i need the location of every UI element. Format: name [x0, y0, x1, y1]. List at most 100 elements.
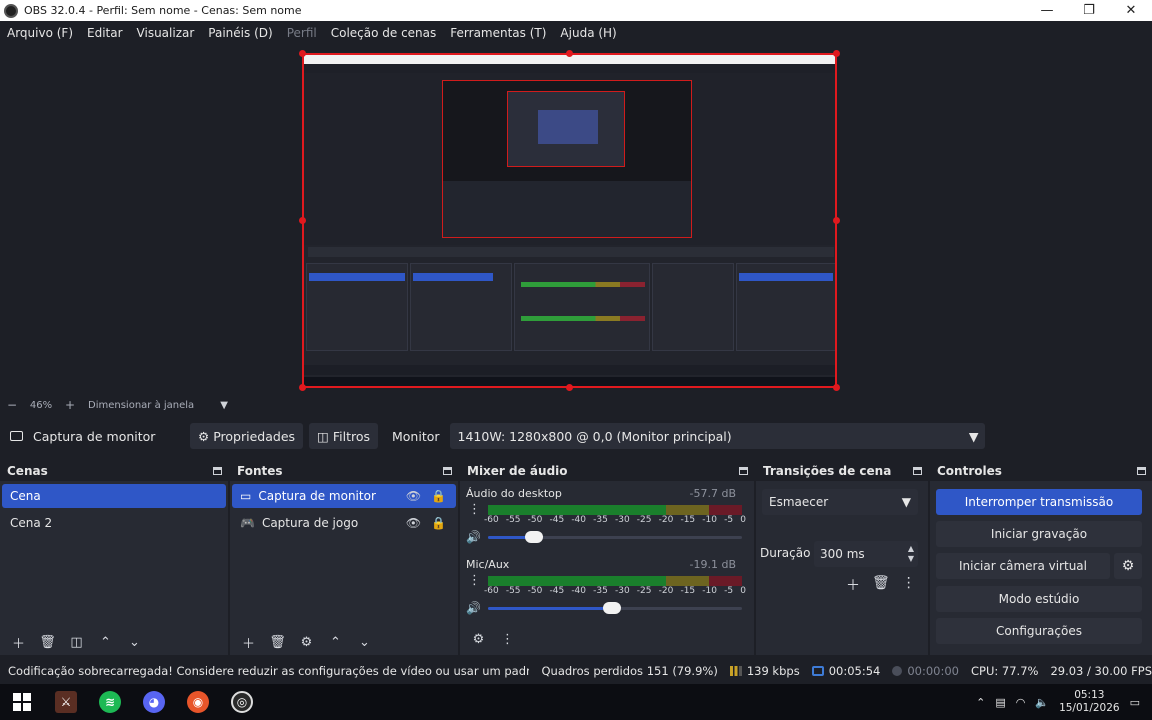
taskbar-app[interactable]: ◎	[220, 684, 264, 720]
menu-profile[interactable]: Perfil	[280, 26, 324, 40]
taskbar-app[interactable]: ≋	[88, 684, 132, 720]
volume-icon[interactable]: 🔈	[1035, 696, 1049, 709]
mixer-channel: Áudio do desktop -57.7 dB ⋮ -60 -55 -50 …	[464, 487, 746, 553]
notification-icon[interactable]: ▭	[1130, 696, 1140, 709]
arrow-up-icon[interactable]: ⌃	[321, 635, 350, 650]
speaker-icon[interactable]: 🔊	[466, 530, 482, 544]
arrow-down-icon[interactable]: ⌄	[350, 635, 379, 650]
duration-spinbox[interactable]: 300 ms ▲ ▼	[814, 541, 918, 567]
channel-header: Áudio do desktop -57.7 dB	[464, 487, 744, 500]
volume-slider[interactable]	[488, 602, 742, 614]
menu-file[interactable]: Arquivo (F)	[0, 26, 80, 40]
filters-button[interactable]: ◫ Filtros	[309, 423, 378, 449]
menu-docks[interactable]: Painéis (D)	[201, 26, 279, 40]
trash-icon[interactable]: 🗑	[263, 635, 292, 650]
source-item-label: Captura de jogo	[261, 516, 359, 530]
volume-slider-knob[interactable]	[603, 602, 622, 614]
eye-icon[interactable]: 👁	[406, 489, 421, 503]
taskbar-app[interactable]: ⚔	[44, 684, 88, 720]
arrow-up-icon[interactable]: ⌃	[91, 635, 120, 650]
resize-handle-tl[interactable]	[299, 50, 306, 57]
resize-handle-r[interactable]	[833, 217, 840, 224]
kebab-menu-icon[interactable]: ⋮	[902, 575, 916, 595]
resize-handle-b[interactable]	[566, 384, 573, 391]
menu-scene-collection[interactable]: Coleção de cenas	[324, 26, 444, 40]
speaker-icon[interactable]: 🔊	[466, 601, 482, 615]
resize-handle-bl[interactable]	[299, 384, 306, 391]
program-preview[interactable]	[302, 53, 837, 388]
kebab-menu-icon[interactable]: ⋮	[493, 632, 522, 647]
add-icon[interactable]: ＋	[4, 633, 33, 652]
maximize-button[interactable]: ❐	[1068, 0, 1110, 21]
studio-mode-button[interactable]: Modo estúdio	[936, 586, 1142, 612]
start-recording-button[interactable]: Iniciar gravação	[936, 521, 1142, 547]
gear-icon: ⚙	[198, 428, 210, 444]
kebab-menu-icon[interactable]: ⋮	[468, 574, 481, 587]
meter-tick: -25	[636, 515, 652, 525]
add-icon[interactable]: ＋	[846, 575, 860, 595]
settings-button[interactable]: Configurações	[936, 618, 1142, 644]
source-item[interactable]: 🎮 Captura de jogo 👁 🔒	[232, 511, 456, 535]
nested-source-selected	[413, 273, 493, 281]
spin-arrows-icon[interactable]: ▲ ▼	[908, 544, 914, 564]
sources-dock-header: Fontes	[230, 461, 458, 481]
monitor-select[interactable]: 1410W: 1280x800 @ 0,0 (Monitor principal…	[449, 423, 985, 449]
zoom-in-button[interactable]: +	[58, 398, 82, 412]
duration-value: 300 ms	[820, 547, 865, 561]
volume-slider-knob[interactable]	[524, 531, 543, 543]
filter-icon[interactable]: ◫	[62, 635, 91, 650]
fps-status: 29.03 / 30.00 FPS	[1050, 664, 1152, 678]
nested-controls-panel	[736, 263, 835, 351]
eye-icon[interactable]: 👁	[406, 516, 421, 530]
trash-icon[interactable]: 🗑	[872, 575, 890, 595]
undock-icon[interactable]	[913, 467, 922, 475]
audio-mixer-dock: Mixer de áudio Áudio do desktop -57.7 dB…	[460, 461, 754, 655]
filters-label: Filtros	[332, 428, 370, 444]
menu-help[interactable]: Ajuda (H)	[553, 26, 623, 40]
virtual-camera-settings-gear-icon[interactable]: ⚙	[1114, 553, 1142, 579]
taskbar-clock[interactable]: 05:13 15/01/2026	[1059, 689, 1120, 715]
gear-icon[interactable]: ⚙	[292, 635, 321, 650]
start-virtual-camera-button[interactable]: Iniciar câmera virtual	[936, 553, 1110, 579]
scene-item[interactable]: Cena 2	[2, 511, 226, 535]
zoom-out-button[interactable]: −	[0, 398, 24, 412]
close-button[interactable]: ✕	[1110, 0, 1152, 21]
menu-view[interactable]: Visualizar	[130, 26, 202, 40]
stop-streaming-button[interactable]: Interromper transmissão	[936, 489, 1142, 515]
source-item[interactable]: ▭ Captura de monitor 👁 🔒	[232, 484, 456, 508]
menu-tools[interactable]: Ferramentas (T)	[443, 26, 553, 40]
resize-handle-br[interactable]	[833, 384, 840, 391]
advanced-audio-gear-icon[interactable]: ⚙	[464, 632, 493, 647]
menu-edit[interactable]: Editar	[80, 26, 130, 40]
arrow-down-icon[interactable]: ⌄	[120, 635, 149, 650]
meter-scale: -60 -55 -50 -45 -40 -35 -30 -25 -20 -15 …	[484, 586, 746, 596]
resize-handle-tr[interactable]	[833, 50, 840, 57]
scale-mode-dropdown-icon[interactable]: ▼	[220, 400, 228, 411]
properties-button[interactable]: ⚙ Propriedades	[190, 423, 304, 449]
chevron-up-icon[interactable]: ⌃	[976, 696, 985, 709]
taskbar-app[interactable]: ◉	[176, 684, 220, 720]
scale-mode-label[interactable]: Dimensionar à janela	[82, 400, 194, 411]
meter-tick: -60	[484, 586, 499, 596]
undock-icon[interactable]	[739, 467, 748, 475]
volume-slider[interactable]	[488, 531, 742, 543]
resize-handle-t[interactable]	[566, 50, 573, 57]
scene-item[interactable]: Cena	[2, 484, 226, 508]
transition-select[interactable]: Esmaecer ▼	[762, 489, 918, 515]
undock-icon[interactable]	[1137, 467, 1146, 475]
meter-tick: -55	[505, 586, 521, 596]
undock-icon[interactable]	[443, 467, 452, 475]
taskbar-app[interactable]: ◕	[132, 684, 176, 720]
wifi-icon[interactable]: ◠	[1016, 696, 1026, 709]
lock-icon[interactable]: 🔒	[431, 516, 446, 530]
resize-handle-l[interactable]	[299, 217, 306, 224]
undock-icon[interactable]	[213, 467, 222, 475]
trash-icon[interactable]: 🗑	[33, 635, 62, 650]
network-icon[interactable]: ▤	[995, 696, 1005, 709]
start-button[interactable]	[0, 684, 44, 720]
minimize-button[interactable]: —	[1026, 0, 1068, 21]
add-icon[interactable]: ＋	[234, 633, 263, 652]
nested-mixer-panel	[514, 263, 650, 351]
kebab-menu-icon[interactable]: ⋮	[468, 503, 481, 516]
lock-icon[interactable]: 🔒	[431, 489, 446, 503]
